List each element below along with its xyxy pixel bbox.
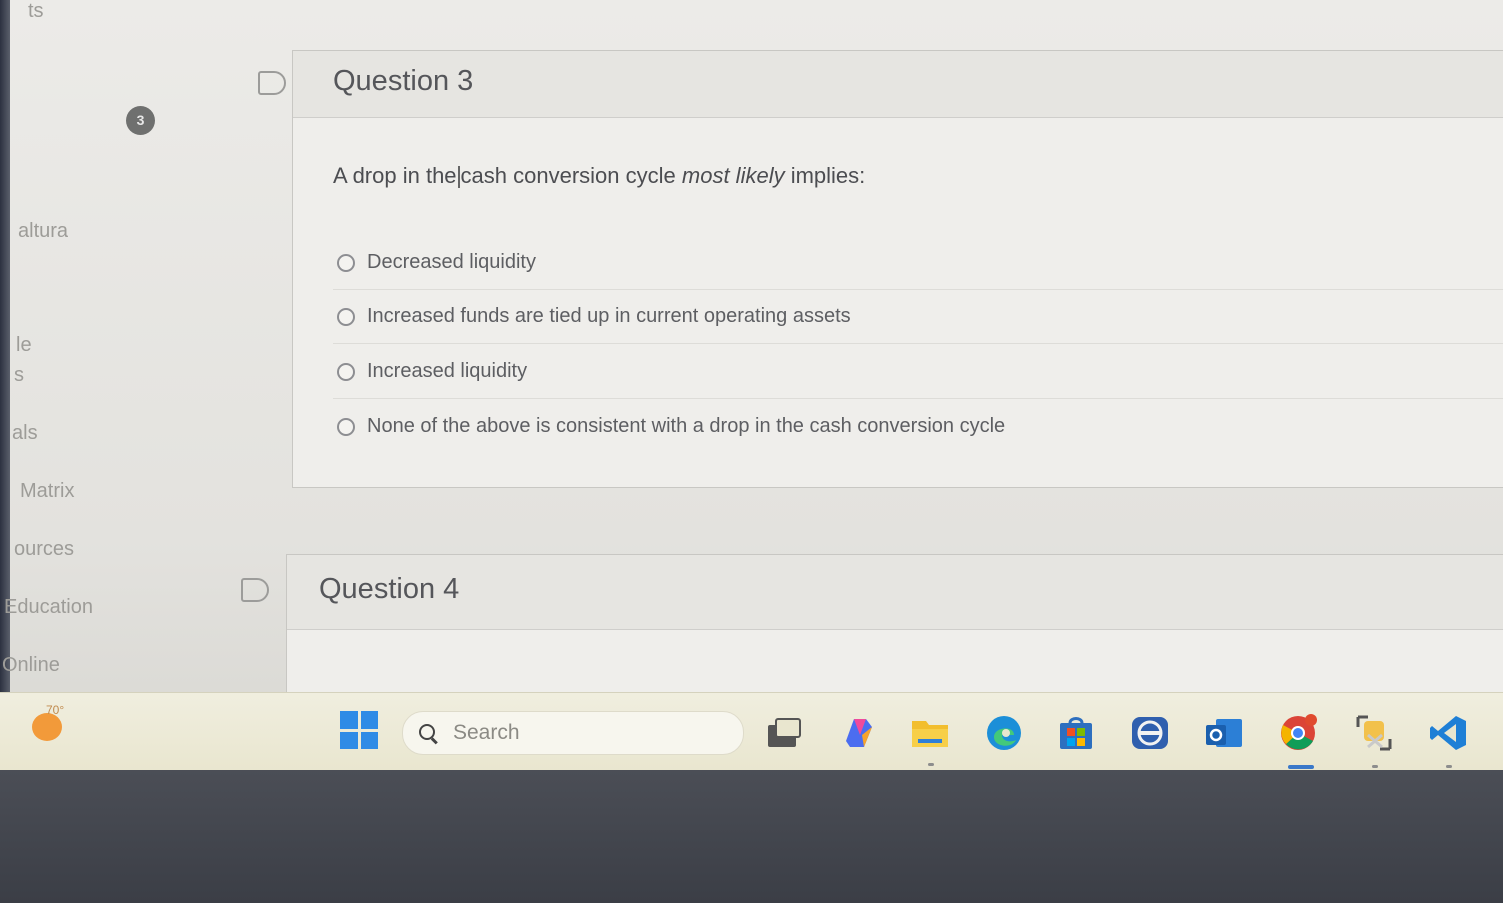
question-4-header: Question 4: [287, 555, 1503, 630]
search-icon: [419, 724, 437, 742]
taskbar-search-input[interactable]: [451, 720, 715, 746]
text-cursor-icon: [457, 166, 460, 189]
answer-option-1-label: Decreased liquidity: [367, 251, 536, 273]
running-indicator: [1446, 765, 1452, 768]
taskbar-search-box[interactable]: [402, 711, 744, 755]
prompt-text-middle: cash conversion cycle: [460, 163, 676, 188]
windows-taskbar: 70°: [0, 692, 1503, 770]
store-icon[interactable]: [1056, 713, 1096, 753]
copilot-icon[interactable]: [838, 713, 878, 753]
prompt-text-end: implies:: [790, 163, 866, 188]
windows-logo-icon: [340, 731, 358, 749]
question-3-header: Question 3: [293, 51, 1503, 118]
task-view-icon[interactable]: [764, 713, 804, 753]
screen: ts 3 altura le s als Matrix ources Educa…: [0, 0, 1503, 770]
nav-item-2[interactable]: le: [16, 334, 32, 357]
file-explorer-icon[interactable]: [910, 713, 950, 753]
edge-icon[interactable]: [984, 713, 1024, 753]
radio-button-icon[interactable]: [337, 362, 355, 381]
answer-option-1[interactable]: Decreased liquidity: [337, 251, 536, 274]
prompt-emphasis: most likely: [681, 163, 785, 188]
option-divider: [333, 398, 1503, 399]
laptop-bezel: [0, 770, 1503, 903]
radio-button-icon[interactable]: [337, 307, 355, 326]
answer-option-4[interactable]: None of the above is consistent with a d…: [337, 415, 1005, 438]
nav-item-6[interactable]: ources: [14, 538, 74, 561]
question-4-title: Question 4: [319, 573, 460, 605]
course-nav: ts 3 altura le s als Matrix ources Educa…: [0, 0, 230, 700]
weather-icon: [32, 713, 62, 741]
radio-button-icon[interactable]: [337, 253, 355, 272]
outlook-icon[interactable]: [1204, 713, 1244, 753]
radio-button-icon[interactable]: [337, 417, 355, 436]
answer-option-4-label: None of the above is consistent with a d…: [367, 415, 1006, 437]
running-indicator: [928, 763, 934, 766]
question-3-prompt: A drop in the cash conversion cycle most …: [333, 163, 865, 189]
weather-widget[interactable]: 70°: [30, 703, 64, 743]
answer-option-2-label: Increased funds are tied up in current o…: [367, 305, 851, 327]
chrome-icon[interactable]: [1278, 713, 1318, 753]
active-app-indicator: [1288, 765, 1314, 769]
nav-item-8[interactable]: Online: [2, 654, 60, 677]
option-divider: [333, 343, 1503, 344]
teams-icon[interactable]: [1130, 713, 1170, 753]
answer-option-3-label: Increased liquidity: [367, 360, 528, 382]
flag-question-3-icon[interactable]: [258, 71, 286, 95]
prompt-text-start: A drop in the: [333, 163, 457, 188]
nav-item-4[interactable]: als: [12, 422, 38, 445]
running-indicator: [1372, 765, 1378, 768]
option-divider: [333, 289, 1503, 290]
nav-item-1[interactable]: altura: [18, 220, 68, 243]
answer-option-2[interactable]: Increased funds are tied up in current o…: [337, 305, 851, 328]
flag-question-4-icon[interactable]: [241, 578, 269, 602]
snipping-tool-icon[interactable]: [1354, 713, 1394, 753]
weather-temperature: 70°: [46, 703, 65, 717]
nav-item-5[interactable]: Matrix: [20, 480, 74, 503]
nav-item-0[interactable]: ts: [28, 0, 44, 23]
windows-logo-icon: [360, 731, 378, 749]
nav-item-3[interactable]: s: [14, 364, 24, 387]
windows-logo-icon: [360, 711, 378, 729]
question-3-title: Question 3: [333, 65, 474, 97]
answer-option-3[interactable]: Increased liquidity: [337, 360, 527, 383]
nav-badge: 3: [126, 106, 155, 135]
question-3-card: Question 3 A drop in the cash conversion …: [292, 50, 1503, 488]
windows-logo-icon: [340, 711, 358, 729]
vscode-icon[interactable]: [1428, 713, 1468, 753]
start-button[interactable]: [340, 711, 378, 749]
nav-item-7[interactable]: Education: [4, 596, 93, 619]
